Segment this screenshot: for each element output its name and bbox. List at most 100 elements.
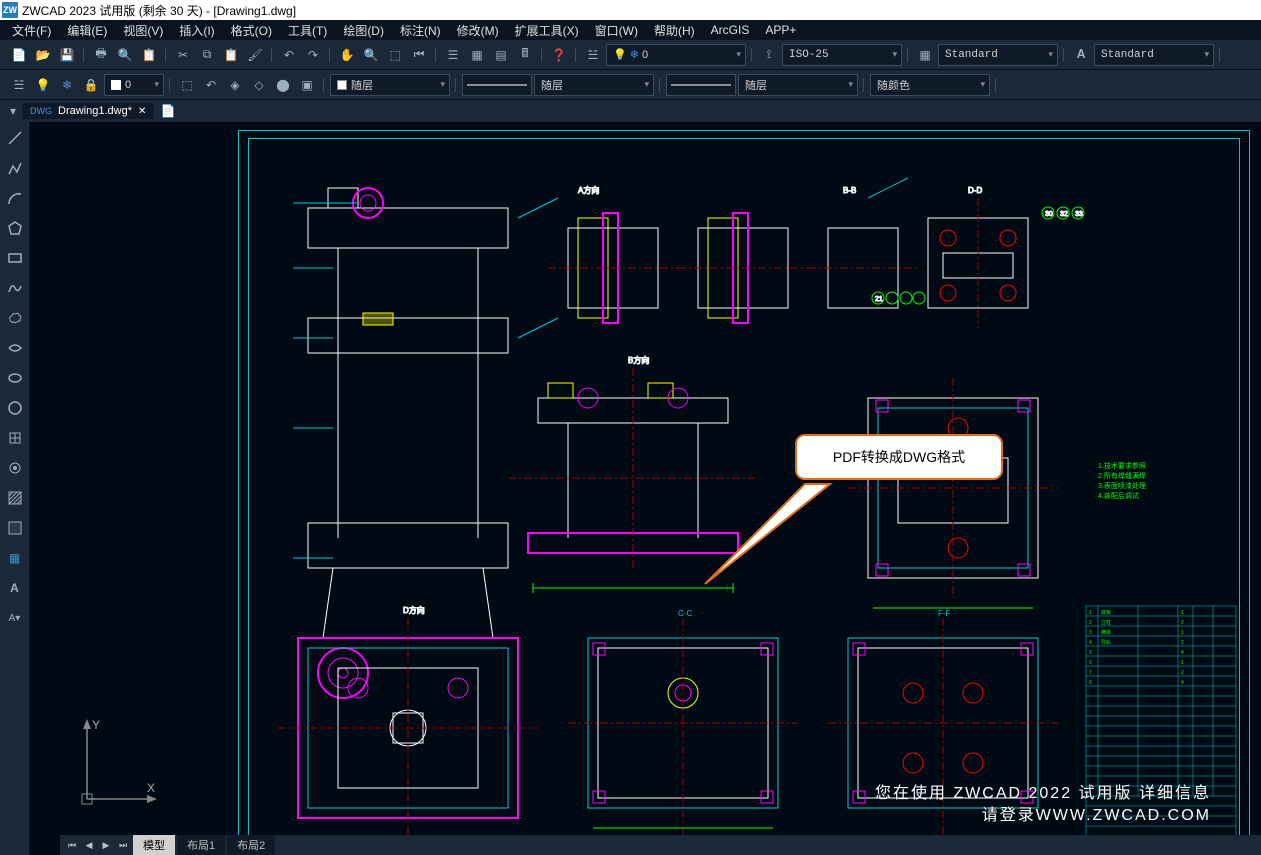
menu-modify[interactable]: 修改(M) — [449, 20, 507, 41]
dimstyle-icon[interactable]: ⟟ — [758, 44, 780, 66]
layer-manager-icon[interactable]: ☱ — [582, 44, 604, 66]
svg-text:A方向: A方向 — [578, 185, 599, 195]
layer-walk-icon[interactable]: ▣ — [296, 74, 318, 96]
rectangle-tool-icon[interactable] — [3, 246, 27, 270]
revcloud-tool-icon[interactable] — [3, 306, 27, 330]
tablist-dropdown-icon[interactable]: ▾ — [4, 100, 22, 122]
open-file-icon[interactable]: 📂 — [32, 44, 54, 66]
tab-first-icon[interactable]: ⏮ — [64, 837, 80, 853]
layer-iso-icon[interactable]: ◈ — [224, 74, 246, 96]
xline-tool-icon[interactable] — [3, 336, 27, 360]
menu-insert[interactable]: 插入(I) — [171, 20, 222, 41]
tab-last-icon[interactable]: ⏭ — [115, 837, 131, 853]
paste-icon[interactable]: 📋 — [220, 44, 242, 66]
svg-text:1.技术要求参照: 1.技术要求参照 — [1098, 461, 1146, 470]
ucs-icon: Y X — [72, 714, 162, 817]
region-tool-icon[interactable] — [3, 516, 27, 540]
tab-layout1[interactable]: 布局1 — [177, 835, 225, 855]
linetype-preview — [462, 74, 532, 96]
save-icon[interactable]: 💾 — [56, 44, 78, 66]
menu-app[interactable]: APP+ — [757, 21, 804, 39]
svg-text:3: 3 — [1089, 630, 1092, 636]
layer-state-icon[interactable]: ⬚ — [176, 74, 198, 96]
menu-help[interactable]: 帮助(H) — [646, 20, 703, 41]
svg-text:B方向: B方向 — [628, 355, 649, 365]
line-tool-icon[interactable] — [3, 126, 27, 150]
undo-icon[interactable]: ↶ — [278, 44, 300, 66]
layer-freeze-icon[interactable]: ❄ — [56, 74, 78, 96]
menu-tools[interactable]: 工具(T) — [280, 20, 335, 41]
tablestyle-dropdown[interactable]: Standard — [938, 44, 1058, 66]
main-area: ▦ A A▾ — [0, 122, 1261, 855]
tab-prev-icon[interactable]: ◀ — [81, 837, 97, 853]
spline-tool-icon[interactable] — [3, 276, 27, 300]
block-tool-icon[interactable] — [3, 426, 27, 450]
svg-text:1: 1 — [1181, 610, 1184, 616]
menu-dimension[interactable]: 标注(N) — [392, 20, 449, 41]
linetype-dropdown[interactable]: 随层 — [534, 74, 654, 96]
copy-icon[interactable]: ⧉ — [196, 44, 218, 66]
menu-arcgis[interactable]: ArcGIS — [703, 21, 758, 39]
tab-next-icon[interactable]: ▶ — [98, 837, 114, 853]
layer-prop-icon[interactable]: ☱ — [8, 74, 30, 96]
tablestyle-icon[interactable]: ▦ — [914, 44, 936, 66]
layer-lock-icon[interactable]: 🔒 — [80, 74, 102, 96]
print-icon[interactable]: 🖶 — [90, 44, 112, 66]
textstyle-icon[interactable]: 𝐀 — [1070, 44, 1092, 66]
menu-file[interactable]: 文件(F) — [4, 20, 59, 41]
ellipse-tool-icon[interactable] — [3, 366, 27, 390]
svg-text:B-B: B-B — [843, 186, 856, 195]
menu-draw[interactable]: 绘图(D) — [335, 20, 392, 41]
arc-tool-icon[interactable] — [3, 186, 27, 210]
menu-window[interactable]: 窗口(W) — [587, 20, 646, 41]
svg-text:3.表面喷漆处理: 3.表面喷漆处理 — [1098, 481, 1146, 490]
menu-extension[interactable]: 扩展工具(X) — [507, 20, 587, 41]
plotstyle-dropdown[interactable]: 随颜色 — [870, 74, 990, 96]
table-tool-icon[interactable]: ▦ — [3, 546, 27, 570]
menu-edit[interactable]: 编辑(E) — [59, 20, 115, 41]
zoom-realtime-icon[interactable]: 🔍 — [360, 44, 382, 66]
menu-view[interactable]: 视图(V) — [115, 20, 171, 41]
textstyle-dropdown[interactable]: Standard — [1094, 44, 1214, 66]
print-preview-icon[interactable]: 🔍 — [114, 44, 136, 66]
pan-icon[interactable]: ✋ — [336, 44, 358, 66]
publish-icon[interactable]: 📋 — [138, 44, 160, 66]
hatch-tool-icon[interactable] — [3, 486, 27, 510]
layer-dropdown[interactable]: 💡 ❄ 0 — [606, 44, 746, 66]
zoom-window-icon[interactable]: ⬚ — [384, 44, 406, 66]
mtext-tool-icon[interactable]: A▾ — [3, 606, 27, 630]
lineweight-dropdown[interactable]: 随层 — [738, 74, 858, 96]
dimstyle-dropdown[interactable]: ISO-25 — [782, 44, 902, 66]
cut-icon[interactable]: ✂ — [172, 44, 194, 66]
layer-prev-icon[interactable]: ↶ — [200, 74, 222, 96]
polyline-tool-icon[interactable] — [3, 156, 27, 180]
polygon-tool-icon[interactable] — [3, 216, 27, 240]
new-file-icon[interactable]: 📄 — [8, 44, 30, 66]
point-tool-icon[interactable] — [3, 456, 27, 480]
svg-text:1: 1 — [1181, 660, 1184, 666]
zoom-prev-icon[interactable]: ⏮ — [408, 44, 430, 66]
help-icon[interactable]: ❓ — [548, 44, 570, 66]
color-dropdown[interactable]: 随层 — [330, 74, 450, 96]
layer-quick-dropdown[interactable]: 0 — [104, 74, 164, 96]
drawing-canvas[interactable]: A方向 B-B — [30, 122, 1261, 855]
tab-layout2[interactable]: 布局2 — [227, 835, 275, 855]
file-tab-active[interactable]: DWG Drawing1.dwg* ✕ — [22, 103, 154, 119]
properties-icon[interactable]: ☰ — [442, 44, 464, 66]
svg-text:30: 30 — [1045, 211, 1053, 218]
redo-icon[interactable]: ↷ — [302, 44, 324, 66]
tab-model[interactable]: 模型 — [133, 835, 175, 855]
designcenter-icon[interactable]: ▦ — [466, 44, 488, 66]
new-tab-button[interactable]: 📄 — [158, 102, 178, 120]
close-tab-icon[interactable]: ✕ — [138, 106, 146, 117]
svg-text:4.装配后调试: 4.装配后调试 — [1098, 491, 1139, 500]
menu-format[interactable]: 格式(O) — [223, 20, 280, 41]
text-tool-icon[interactable]: A — [3, 576, 27, 600]
layer-uniso-icon[interactable]: ◇ — [248, 74, 270, 96]
layer-on-icon[interactable]: 💡 — [32, 74, 54, 96]
layer-off-icon[interactable]: ⬤ — [272, 74, 294, 96]
circle-tool-icon[interactable] — [3, 396, 27, 420]
calc-icon[interactable]: 🖩 — [514, 44, 536, 66]
toolpalettes-icon[interactable]: ▤ — [490, 44, 512, 66]
matchprop-icon[interactable]: 🖌 — [244, 44, 266, 66]
